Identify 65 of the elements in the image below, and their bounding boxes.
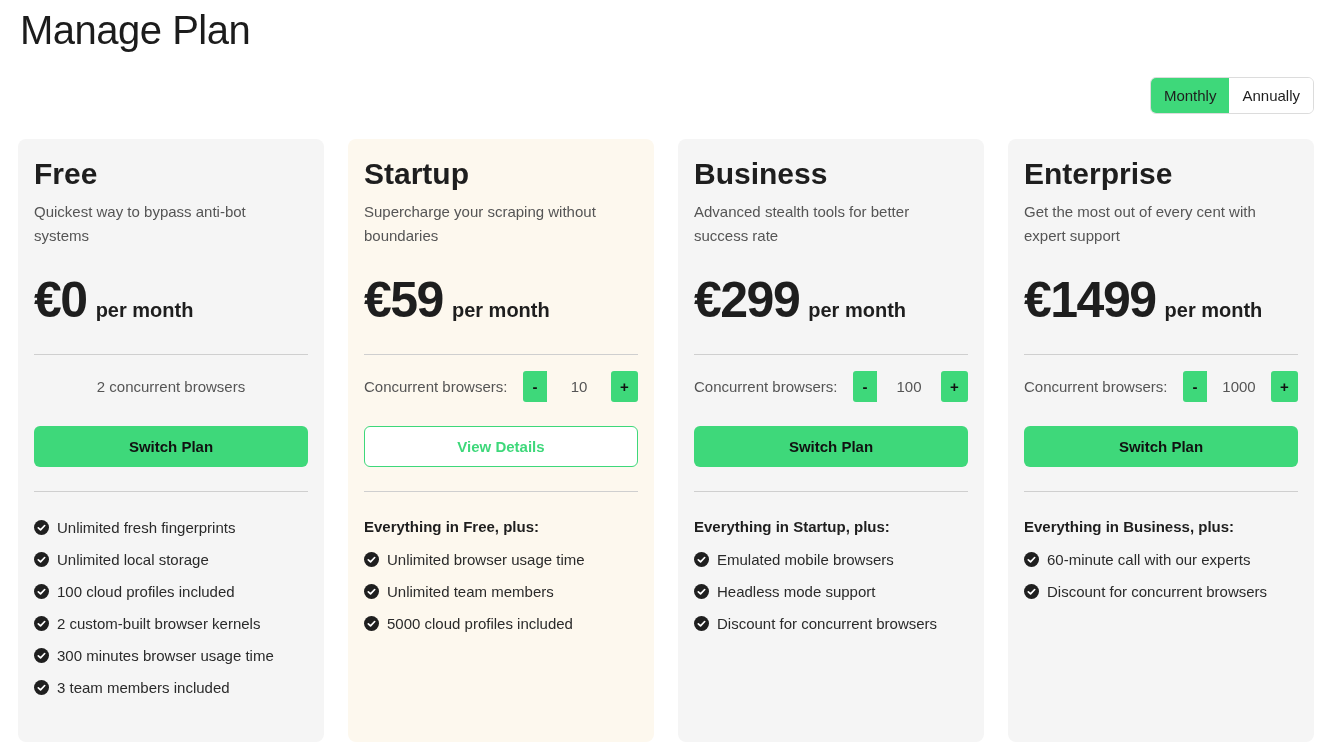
feature-item: Discount for concurrent browsers [717, 614, 938, 632]
plan-name: Free [34, 156, 98, 192]
feature-item: Discount for concurrent browsers [1047, 582, 1268, 600]
check-circle-icon [34, 679, 49, 695]
concurrent-browsers-label: Concurrent browsers: [1024, 378, 1168, 395]
increment-button[interactable]: + [611, 371, 638, 402]
page-title: Manage Plan [20, 7, 251, 54]
plan-description: Quickest way to bypass anti-bot systems [34, 202, 247, 246]
plan-action-button[interactable]: Switch Plan [1024, 426, 1298, 467]
plan-name: Business [694, 156, 828, 192]
check-circle-icon [694, 583, 709, 599]
check-circle-icon [34, 647, 49, 663]
browser-count-value: 1000 [1221, 378, 1257, 395]
feature-item: 3 team members included [57, 678, 230, 696]
check-circle-icon [34, 519, 49, 535]
feature-item: Unlimited fresh fingerprints [57, 518, 236, 536]
feature-item: 300 minutes browser usage time [57, 646, 274, 664]
feature-item: 100 cloud profiles included [57, 582, 235, 600]
features-heading: Everything in Free, plus: [364, 517, 540, 537]
features-heading: Everything in Startup, plus: [694, 517, 890, 537]
check-circle-icon [1024, 583, 1039, 599]
feature-item: Unlimited team members [387, 582, 554, 600]
price-period: per month [1164, 299, 1263, 322]
plan-price: €299 [694, 271, 800, 330]
check-circle-icon [34, 551, 49, 567]
feature-item: Unlimited local storage [57, 550, 209, 568]
browser-count-value: 100 [895, 378, 923, 395]
increment-button[interactable]: + [1271, 371, 1298, 402]
decrement-button[interactable]: - [1183, 371, 1207, 402]
plan-description: Get the most out of every cent with expert support [1024, 202, 1257, 246]
feature-item: Emulated mobile browsers [717, 550, 894, 568]
price-period: per month [808, 299, 906, 322]
plan-name: Startup [364, 156, 469, 192]
features-heading: Everything in Business, plus: [1024, 517, 1235, 537]
feature-item: 2 custom-built browser kernels [57, 614, 261, 632]
feature-item: Unlimited browser usage time [387, 550, 585, 568]
concurrent-browsers-label: Concurrent browsers: [364, 378, 508, 395]
plan-action-button[interactable]: Switch Plan [34, 426, 308, 467]
check-circle-icon [34, 615, 49, 631]
plan-description: Advanced stealth tools for better success rate [694, 202, 911, 246]
check-circle-icon [364, 615, 379, 631]
check-circle-icon [694, 615, 709, 631]
check-circle-icon [364, 551, 379, 567]
feature-item: Headless mode support [717, 582, 876, 600]
decrement-button[interactable]: - [853, 371, 877, 402]
check-circle-icon [34, 583, 49, 599]
check-circle-icon [1024, 551, 1039, 567]
feature-item: 5000 cloud profiles included [387, 614, 573, 632]
decrement-button[interactable]: - [523, 371, 547, 402]
plan-price: €1499 [1024, 271, 1156, 330]
price-period: per month [451, 299, 550, 322]
increment-button[interactable]: + [941, 371, 968, 402]
plan-action-button[interactable]: Switch Plan [694, 426, 968, 467]
plan-name: Enterprise [1024, 156, 1173, 192]
feature-item: 60-minute call with our experts [1047, 550, 1251, 568]
check-circle-icon [364, 583, 379, 599]
plan-price: €59 [364, 271, 443, 330]
check-circle-icon [694, 551, 709, 567]
price-period: per month [95, 299, 194, 322]
concurrent-browsers-label: Concurrent browsers: [694, 378, 838, 395]
plan-price: €0 [34, 271, 87, 330]
billing-period-tab[interactable]: Monthly [1150, 78, 1230, 113]
concurrent-browsers-text: 2 concurrent browsers [96, 378, 246, 395]
browser-count-value: 10 [569, 378, 589, 395]
plan-description: Supercharge your scraping without boundaries [364, 202, 597, 246]
